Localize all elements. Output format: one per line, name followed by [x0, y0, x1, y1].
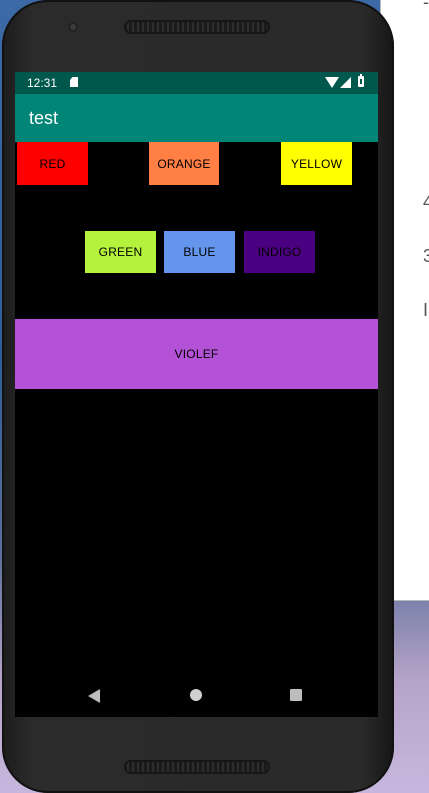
- battery-icon: [358, 74, 364, 87]
- signal-icon: [340, 77, 351, 88]
- sd-card-icon: [70, 77, 78, 87]
- app-bar: test: [15, 94, 378, 142]
- bottom-speaker: [124, 760, 270, 774]
- back-icon[interactable]: [88, 689, 100, 703]
- green-button[interactable]: GREEN: [85, 231, 156, 273]
- wifi-icon: [325, 77, 339, 88]
- red-button[interactable]: RED: [17, 142, 88, 185]
- status-bar: 12:31: [15, 72, 378, 94]
- camera-icon: [68, 22, 78, 32]
- blue-button[interactable]: BLUE: [164, 231, 235, 273]
- app-title: test: [29, 108, 59, 128]
- top-speaker: [124, 20, 270, 34]
- violet-button[interactable]: VIOLEF: [15, 319, 378, 389]
- background-glyph: -: [423, 0, 429, 12]
- background-glyph: 3: [423, 246, 429, 266]
- background-glyph: I: [423, 300, 429, 320]
- status-time: 12:31: [27, 76, 58, 90]
- orange-button[interactable]: ORANGE: [149, 142, 219, 185]
- background-glyph: 4: [423, 192, 429, 212]
- device-screen: 12:31 test RED ORANGE YELLOW GREEN BLUE …: [15, 72, 378, 717]
- navigation-bar: [15, 672, 378, 717]
- home-icon[interactable]: [190, 689, 202, 701]
- yellow-button[interactable]: YELLOW: [281, 142, 352, 185]
- recents-icon[interactable]: [290, 689, 302, 701]
- indigo-button[interactable]: INDIGO: [244, 231, 315, 273]
